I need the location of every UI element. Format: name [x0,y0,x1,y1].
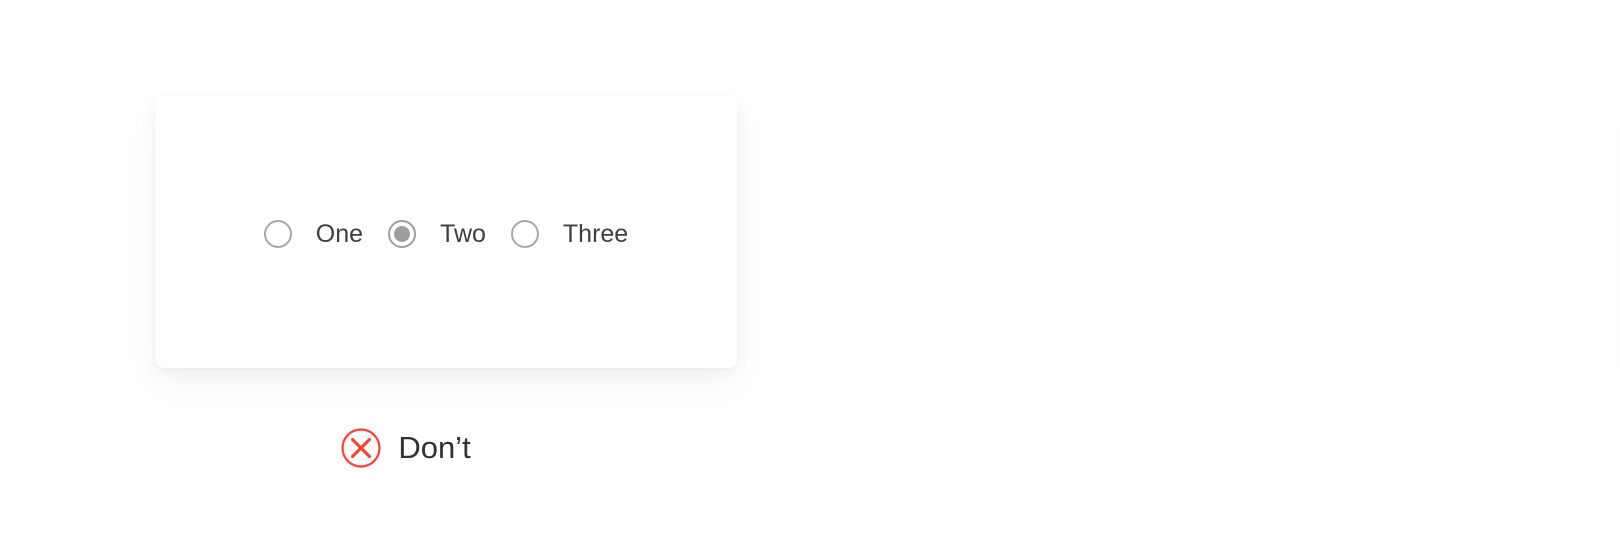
radio-button-checked-icon[interactable] [388,220,417,248]
radio-button-unchecked-icon[interactable] [263,220,292,248]
dont-example: One Two Three Don’t [0,0,810,560]
radio-option-three[interactable]: Three [510,220,629,248]
radio-option-label: One [315,220,364,248]
radio-option-label: Two [440,220,486,248]
dont-verdict-label: Don’t [398,430,471,465]
radio-option-label: Three [562,220,629,248]
radio-option-one[interactable]: One [263,220,364,248]
radio-group-dont[interactable]: One Two Three [263,220,629,248]
circle-x-icon [341,428,381,468]
radio-button-unchecked-icon[interactable] [510,220,539,248]
dont-verdict: Don’t [0,424,810,472]
comparison-stage: One Two Three Don’t [0,0,1620,560]
radio-option-two[interactable]: Two [388,220,486,248]
dont-example-card: One Two Three [155,96,737,368]
do-example: One Two Three Do [810,0,1620,560]
